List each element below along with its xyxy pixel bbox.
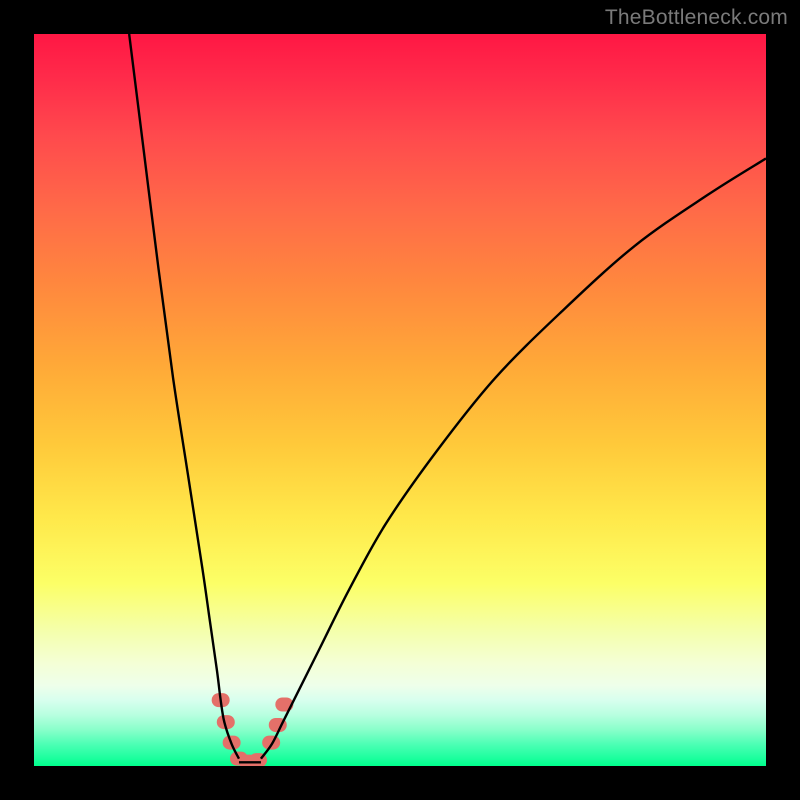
chart-svg <box>34 34 766 766</box>
curve-right-branch <box>261 158 766 758</box>
plot-area <box>34 34 766 766</box>
watermark-text: TheBottleneck.com <box>605 6 788 30</box>
chart-frame: TheBottleneck.com <box>0 0 800 800</box>
curve-left-branch <box>129 34 239 759</box>
marker-layer <box>219 700 287 761</box>
